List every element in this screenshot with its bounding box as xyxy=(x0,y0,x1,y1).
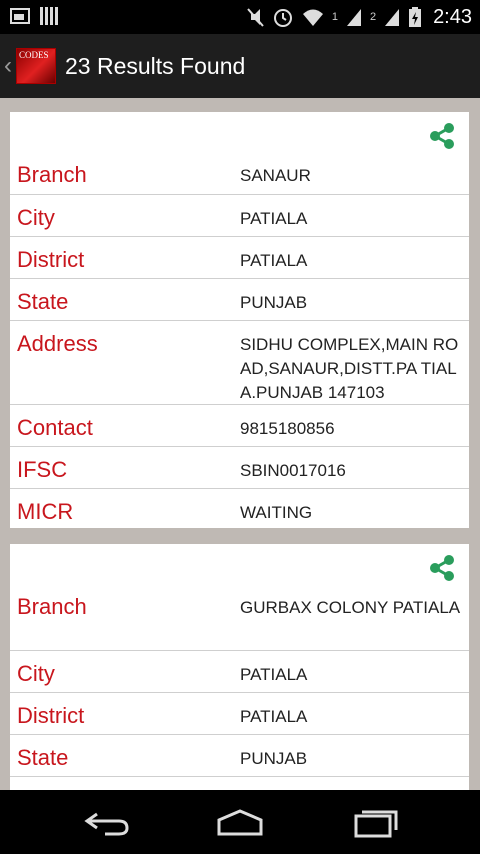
field-label: City xyxy=(17,205,55,230)
field-label: MICR xyxy=(17,499,74,524)
field-label: Branch xyxy=(17,594,87,619)
field-value[interactable]: 9815180856 xyxy=(240,417,468,441)
field-row-state: State PUNJAB xyxy=(10,278,469,320)
sim2-label: 2 xyxy=(369,11,377,23)
field-row-branch: Branch SANAUR xyxy=(10,152,469,194)
field-label: State xyxy=(17,745,69,770)
field-value: SANAUR xyxy=(240,166,311,185)
field-value: SBIN0017016 xyxy=(240,461,346,480)
app-logo-text: CODES xyxy=(19,50,49,60)
signal-2-icon xyxy=(385,9,400,26)
field-value: PUNJAB xyxy=(240,293,308,312)
field-label: State xyxy=(17,289,69,314)
image-notification-icon xyxy=(10,8,30,24)
share-icon[interactable] xyxy=(427,553,457,583)
field-value: SIDHU COMPLEX,MAIN ROAD,SANAUR,DISTT.PA … xyxy=(240,335,459,402)
field-row-district: District PATIALA xyxy=(10,692,469,734)
field-label: City xyxy=(17,661,55,686)
mute-icon xyxy=(247,8,264,27)
field-label: Contact xyxy=(17,415,93,440)
result-card: Branch GURBAX COLONY PATIALA City PATIAL… xyxy=(10,544,469,790)
field-value: PUNJAB xyxy=(240,749,308,768)
field-value: PATIALA xyxy=(240,209,308,228)
system-nav-bar xyxy=(0,790,480,854)
field-label: IFSC xyxy=(17,457,68,482)
app-logo[interactable]: CODES xyxy=(16,48,56,84)
field-label: District xyxy=(17,247,85,272)
field-value: PATIALA xyxy=(240,665,308,684)
field-row-ifsc: IFSC SBIN0017016 xyxy=(10,446,469,488)
alarm-icon xyxy=(273,9,292,27)
field-row-contact: Contact 9815180856 xyxy=(10,404,469,446)
clock: 2:43 xyxy=(433,5,472,28)
field-row-micr: MICR WAITING xyxy=(10,488,469,528)
wifi-icon xyxy=(302,9,323,26)
field-row-city: City PATIALA xyxy=(10,650,469,692)
field-value: GURBAX COLONY PATIALA xyxy=(240,598,461,617)
field-label: District xyxy=(17,703,85,728)
field-row-partial xyxy=(10,776,469,790)
signal-icon xyxy=(346,9,361,26)
field-value: WAITING xyxy=(240,503,313,522)
field-row-state: State PUNJAB xyxy=(10,734,469,776)
field-row-address: Address SIDHU COMPLEX,MAIN ROAD,SANAUR,D… xyxy=(10,320,469,404)
field-row-branch: Branch GURBAX COLONY PATIALA xyxy=(10,584,469,650)
field-row-city: City PATIALA xyxy=(10,194,469,236)
result-card: Branch SANAUR City PATIALA District PATI… xyxy=(10,112,469,528)
field-value: PATIALA xyxy=(240,251,308,270)
up-navigation-icon[interactable]: ‹ xyxy=(4,52,12,80)
recent-apps-icon[interactable] xyxy=(350,808,400,838)
barcode-notification-icon xyxy=(40,7,58,25)
status-bar: 1 2 2:43 xyxy=(0,0,480,34)
field-row-district: District PATIALA xyxy=(10,236,469,278)
page-title: 23 Results Found xyxy=(65,53,246,79)
field-label: Address xyxy=(17,331,98,356)
field-value: PATIALA xyxy=(240,707,308,726)
home-icon[interactable] xyxy=(215,808,265,838)
back-icon[interactable] xyxy=(83,808,133,838)
sim1-label: 1 xyxy=(331,11,338,23)
app-bar: ‹ CODES 23 Results Found xyxy=(0,34,480,98)
field-label: Branch xyxy=(17,162,87,187)
share-icon[interactable] xyxy=(427,121,457,151)
results-list[interactable]: Branch SANAUR City PATIALA District PATI… xyxy=(0,98,480,790)
battery-charging-icon xyxy=(409,7,422,27)
